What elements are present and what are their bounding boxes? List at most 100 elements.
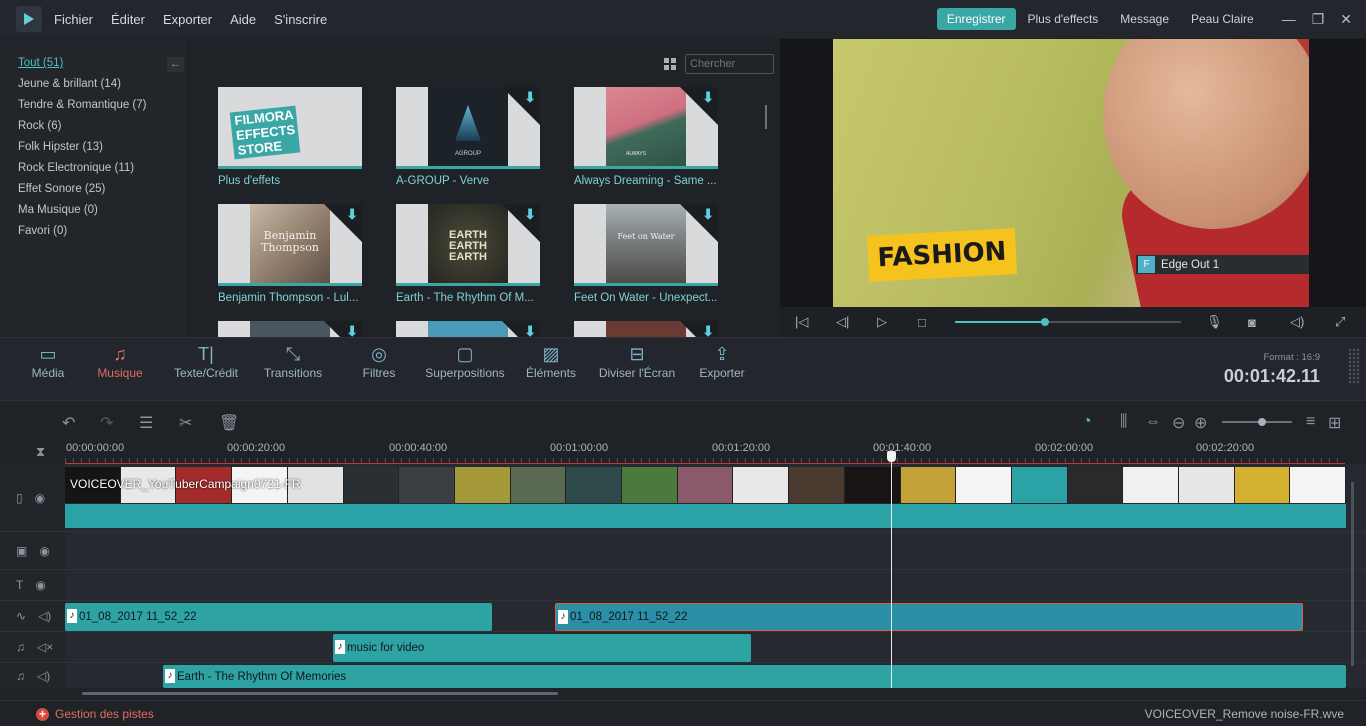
- close-icon[interactable]: ✕: [1340, 11, 1352, 28]
- music-tile[interactable]: Feet on Water ⬇: [574, 204, 718, 286]
- skin-link[interactable]: Peau Claire: [1191, 12, 1254, 26]
- music-tile[interactable]: EARTH EARTH EARTH ⬇: [396, 204, 540, 286]
- speaker-icon[interactable]: ◁): [38, 609, 51, 623]
- fit-icon[interactable]: ⇔: [1145, 413, 1161, 431]
- download-icon[interactable]: ⬇: [702, 206, 714, 223]
- effects-store-tile[interactable]: FILMORA EFFECTS STORE: [218, 87, 362, 169]
- grid-icon[interactable]: ⊞: [1328, 413, 1341, 433]
- snapshot-icon[interactable]: ◙: [1248, 315, 1256, 330]
- message-link[interactable]: Message: [1120, 12, 1169, 26]
- tile-label: Always Dreaming - Same ...: [574, 175, 717, 187]
- skip-back-icon[interactable]: |◁: [795, 314, 808, 330]
- playhead-handle[interactable]: [887, 451, 896, 462]
- audio-mixer-icon[interactable]: ⫼: [1120, 413, 1127, 431]
- menu-edit[interactable]: Éditer: [111, 12, 145, 27]
- eye-icon[interactable]: ◉: [39, 544, 49, 558]
- maximize-icon[interactable]: ❐: [1312, 11, 1325, 28]
- tile-label: Earth - The Rhythm Of M...: [396, 292, 534, 304]
- step-back-icon[interactable]: ◁|: [836, 314, 849, 330]
- timeline-tracks: ▯ ◉ VOICEOVER_YouTuberCampaign0721-FR ▣ ◉ …: [0, 464, 1366, 688]
- category-all[interactable]: Tout (51): [18, 57, 63, 69]
- snap-icon[interactable]: ⧗: [36, 444, 45, 460]
- category-item[interactable]: Rock (6): [18, 120, 61, 132]
- search-input[interactable]: [685, 54, 774, 74]
- drag-handle-icon[interactable]: [1348, 348, 1360, 384]
- zoom-out-icon[interactable]: ⊖: [1172, 413, 1185, 433]
- music-tile[interactable]: ⬇: [218, 321, 362, 337]
- timeline-horizontal-scrollbar[interactable]: [82, 692, 558, 695]
- download-icon[interactable]: ⬇: [524, 323, 536, 337]
- category-item[interactable]: Folk Hipster (13): [18, 141, 103, 153]
- music-tile[interactable]: AGROUP ⬇: [396, 87, 540, 169]
- microphone-icon[interactable]: 🎙: [1206, 314, 1223, 330]
- music-tile[interactable]: ⬇: [396, 321, 540, 337]
- tab-split-screen[interactable]: ⊟ Diviser l'Écran: [596, 338, 678, 401]
- undo-icon[interactable]: ↶: [62, 413, 75, 433]
- download-icon[interactable]: ⬇: [702, 89, 714, 106]
- fullscreen-icon[interactable]: ⤢: [1335, 314, 1345, 330]
- back-arrow-icon[interactable]: ←: [167, 57, 184, 72]
- category-item[interactable]: Jeune & brillant (14): [18, 78, 121, 90]
- tab-transitions[interactable]: ⤡ Transitions: [260, 338, 326, 401]
- adjust-icon[interactable]: ☰: [139, 413, 153, 433]
- music-tile[interactable]: ALWAYS ⬇: [574, 87, 718, 169]
- effect-name: Edge Out 1: [1161, 258, 1220, 271]
- cut-icon[interactable]: ✂: [179, 413, 192, 433]
- music-clip[interactable]: ♪ Earth - The Rhythm Of Memories: [163, 665, 1346, 688]
- download-icon[interactable]: ⬇: [702, 323, 714, 337]
- redo-icon[interactable]: ↷: [100, 413, 113, 433]
- volume-icon[interactable]: ◁): [1290, 314, 1304, 330]
- eye-icon[interactable]: ◉: [35, 578, 45, 592]
- menu-help[interactable]: Aide: [230, 12, 256, 27]
- mute-icon[interactable]: ◁×: [37, 640, 53, 654]
- category-item[interactable]: Favori (0): [18, 225, 67, 237]
- tab-music[interactable]: ♫ Musique: [92, 338, 148, 401]
- speaker-icon[interactable]: ◁): [37, 669, 50, 683]
- audio-clip[interactable]: ♪ 01_08_2017 11_52_22: [65, 603, 492, 631]
- audio-clip-selected[interactable]: ♪ 01_08_2017 11_52_22: [555, 603, 1303, 631]
- music-tile[interactable]: ⬇: [574, 321, 718, 337]
- download-icon[interactable]: ⬇: [346, 206, 358, 223]
- preview-progress-slider[interactable]: [955, 318, 1181, 326]
- manage-tracks-button[interactable]: + Gestion des pistes: [36, 707, 154, 721]
- category-item[interactable]: Ma Musique (0): [18, 204, 98, 216]
- zoom-in-icon[interactable]: ⊕: [1194, 413, 1207, 433]
- tab-media[interactable]: ▭ Média: [24, 338, 72, 401]
- tab-text[interactable]: T| Texte/Crédit: [168, 338, 244, 401]
- category-item[interactable]: Rock Electronique (11): [18, 162, 134, 174]
- list-view-icon[interactable]: ≡: [1306, 413, 1315, 431]
- menu-file[interactable]: Fichier: [54, 12, 93, 27]
- render-icon[interactable]: ◔: [1082, 413, 1092, 431]
- download-icon[interactable]: ⬇: [346, 323, 358, 337]
- category-item[interactable]: Effet Sonore (25): [18, 183, 105, 195]
- ruler-label: 00:00:20:00: [227, 442, 286, 454]
- video-track-icon: ▯: [16, 490, 23, 505]
- main-toolbar: ▭ Média ♫ Musique T| Texte/Crédit ⤡ Transiti…: [0, 337, 1366, 400]
- category-item[interactable]: Tendre & Romantique (7): [18, 99, 146, 111]
- menu-register[interactable]: S'inscrire: [274, 12, 327, 27]
- tab-overlays[interactable]: ▢ Superpositions: [422, 338, 508, 401]
- tab-elements[interactable]: ▨ Éléments: [524, 338, 578, 401]
- minimize-icon[interactable]: —: [1282, 11, 1296, 28]
- menu-export[interactable]: Exporter: [163, 12, 212, 27]
- zoom-slider[interactable]: [1222, 418, 1292, 426]
- download-icon[interactable]: ⬇: [524, 89, 536, 106]
- playhead[interactable]: [891, 452, 892, 688]
- tile-label: Benjamin Thompson - Lul...: [218, 292, 359, 304]
- tab-export[interactable]: ⇪ Exporter: [696, 338, 748, 401]
- music-clip[interactable]: ♪ music for video: [333, 634, 751, 662]
- play-icon[interactable]: ▷: [877, 314, 887, 330]
- library-scrollbar[interactable]: [765, 105, 767, 129]
- delete-icon[interactable]: 🗑: [219, 413, 239, 433]
- time-ruler[interactable]: ⧗ 00:00:00:00 00:00:20:00 00:00:40:00 00…: [0, 442, 1366, 464]
- more-effects-link[interactable]: Plus d'effects: [1028, 12, 1099, 26]
- stop-icon[interactable]: □: [918, 315, 926, 330]
- timeline-vertical-scrollbar[interactable]: [1351, 482, 1354, 666]
- register-button[interactable]: Enregistrer: [936, 8, 1016, 30]
- tab-filters[interactable]: ◎ Filtres: [354, 338, 404, 401]
- ruler-label: 00:01:20:00: [712, 442, 771, 454]
- grid-view-icon[interactable]: [664, 58, 676, 70]
- download-icon[interactable]: ⬇: [524, 206, 536, 223]
- music-tile[interactable]: Benjamin Thompson ⬇: [218, 204, 362, 286]
- eye-icon[interactable]: ◉: [35, 491, 45, 505]
